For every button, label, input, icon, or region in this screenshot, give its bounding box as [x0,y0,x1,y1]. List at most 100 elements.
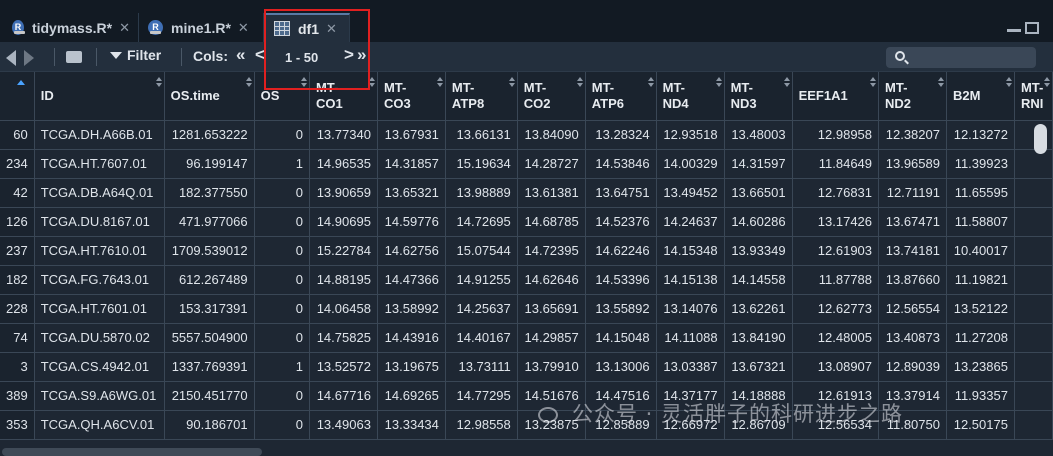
row-number-cell[interactable]: 42 [0,178,35,208]
table-cell[interactable]: 13.49452 [656,178,725,208]
table-cell[interactable]: 14.52376 [585,207,657,237]
table-cell[interactable]: 13.77340 [309,120,378,150]
table-cell[interactable]: 11.27208 [946,323,1015,353]
table-cell[interactable]: 14.72395 [517,236,586,266]
row-number-cell[interactable]: 60 [0,120,35,150]
table-cell[interactable]: 90.186701 [164,410,255,440]
table-cell[interactable]: 12.71191 [878,178,947,208]
table-cell[interactable]: 14.15048 [585,323,657,353]
table-cell[interactable]: 182.377550 [164,178,255,208]
table-cell[interactable]: 14.06458 [309,294,378,324]
table-cell[interactable]: 471.977066 [164,207,255,237]
table-row[interactable]: 237 TCGA.HT.7610.01 1709.539012 0 15.22784 14… [0,236,1053,266]
table-cell[interactable]: 15.07544 [445,236,518,266]
table-cell[interactable]: 14.75825 [309,323,378,353]
table-cell[interactable]: 12.93518 [656,120,725,150]
table-cell[interactable]: 14.88195 [309,265,378,295]
table-cell[interactable] [1014,207,1053,237]
table-cell[interactable]: TCGA.DB.A64Q.01 [34,178,165,208]
table-cell[interactable] [1014,323,1053,353]
table-cell[interactable]: 0 [254,207,310,237]
vertical-scrollbar[interactable] [1034,124,1047,154]
table-cell[interactable]: 13.19675 [377,352,446,382]
forward-arrow-icon[interactable] [24,50,34,66]
close-icon[interactable]: ✕ [119,20,130,36]
table-cell[interactable]: 13.14076 [656,294,725,324]
table-cell[interactable]: 11.65595 [946,178,1015,208]
table-cell[interactable]: 15.22784 [309,236,378,266]
column-header[interactable]: MT- ND4 [656,72,725,121]
table-cell[interactable]: 13.65321 [377,178,446,208]
table-cell[interactable]: 14.14558 [724,265,793,295]
row-number-cell[interactable]: 126 [0,207,35,237]
table-cell[interactable]: 13.64751 [585,178,657,208]
table-cell[interactable]: 14.72695 [445,207,518,237]
table-cell[interactable]: 14.47366 [377,265,446,295]
column-header[interactable]: EEF1A1 [792,72,880,121]
table-cell[interactable]: 13.98889 [445,178,518,208]
table-cell[interactable]: 14.28727 [517,149,586,179]
table-cell[interactable]: 14.00329 [656,149,725,179]
row-number-header[interactable] [0,72,35,121]
table-cell[interactable]: 96.199147 [164,149,255,179]
table-cell[interactable]: 13.61381 [517,178,586,208]
table-cell[interactable]: 0 [254,381,310,411]
row-number-cell[interactable]: 353 [0,410,35,440]
row-number-cell[interactable]: 182 [0,265,35,295]
column-header[interactable]: ID [34,72,165,121]
table-cell[interactable]: 12.38207 [878,120,947,150]
table-cell[interactable]: 0 [254,236,310,266]
table-cell[interactable]: 13.33434 [377,410,446,440]
table-cell[interactable]: TCGA.CS.4942.01 [34,352,165,382]
table-cell[interactable]: 10.40017 [946,236,1015,266]
table-cell[interactable]: 14.43916 [377,323,446,353]
table-cell[interactable]: 12.89039 [878,352,947,382]
table-cell[interactable]: 13.58992 [377,294,446,324]
table-cell[interactable]: 13.08907 [792,352,880,382]
table-cell[interactable]: 14.11088 [656,323,725,353]
table-cell[interactable]: 13.73111 [445,352,518,382]
row-number-cell[interactable]: 74 [0,323,35,353]
table-cell[interactable]: 12.48005 [792,323,880,353]
table-cell[interactable]: 14.69265 [377,381,446,411]
table-cell[interactable]: 14.60286 [724,207,793,237]
table-cell[interactable]: TCGA.QH.A6CV.01 [34,410,165,440]
column-header[interactable]: MT- RNI [1014,72,1053,121]
maximize-icon[interactable] [1025,22,1039,34]
table-cell[interactable]: 12.62773 [792,294,880,324]
table-cell[interactable]: 14.62646 [517,265,586,295]
table-cell[interactable]: 1337.769391 [164,352,255,382]
table-cell[interactable]: 12.50175 [946,410,1015,440]
table-cell[interactable]: 14.53396 [585,265,657,295]
table-cell[interactable]: 13.96589 [878,149,947,179]
column-header[interactable]: MT- ATP8 [445,72,518,121]
table-cell[interactable]: 13.62261 [724,294,793,324]
table-cell[interactable]: TCGA.HT.7607.01 [34,149,165,179]
table-cell[interactable]: 11.84649 [792,149,880,179]
table-cell[interactable] [1014,265,1053,295]
minimize-icon[interactable] [1007,22,1021,32]
row-number-cell[interactable]: 237 [0,236,35,266]
column-header[interactable]: MT- ND2 [878,72,947,121]
table-cell[interactable]: 13.28324 [585,120,657,150]
table-cell[interactable]: 13.84090 [517,120,586,150]
table-cell[interactable]: 11.93357 [946,381,1015,411]
table-cell[interactable]: TCGA.S9.A6WG.01 [34,381,165,411]
table-row[interactable]: 60 TCGA.DH.A66B.01 1281.653222 0 13.77340 13.… [0,120,1053,150]
table-cell[interactable]: TCGA.FG.7643.01 [34,265,165,295]
table-cell[interactable]: 0 [254,323,310,353]
table-cell[interactable]: 14.96535 [309,149,378,179]
filter-button[interactable]: Filter [110,47,161,63]
table-cell[interactable] [1014,178,1053,208]
table-cell[interactable] [1014,149,1053,179]
row-number-cell[interactable]: 3 [0,352,35,382]
popout-window-icon[interactable] [66,51,82,63]
table-cell[interactable]: 1281.653222 [164,120,255,150]
table-cell[interactable]: 13.49063 [309,410,378,440]
table-cell[interactable]: 14.77295 [445,381,518,411]
table-cell[interactable]: 12.76831 [792,178,880,208]
table-cell[interactable]: 1 [254,352,310,382]
tab-mine1[interactable]: R mine1.R* ✕ [140,13,264,42]
column-header[interactable]: MT- CO2 [517,72,586,121]
tab-tidymass[interactable]: R tidymass.R* ✕ [4,13,139,42]
